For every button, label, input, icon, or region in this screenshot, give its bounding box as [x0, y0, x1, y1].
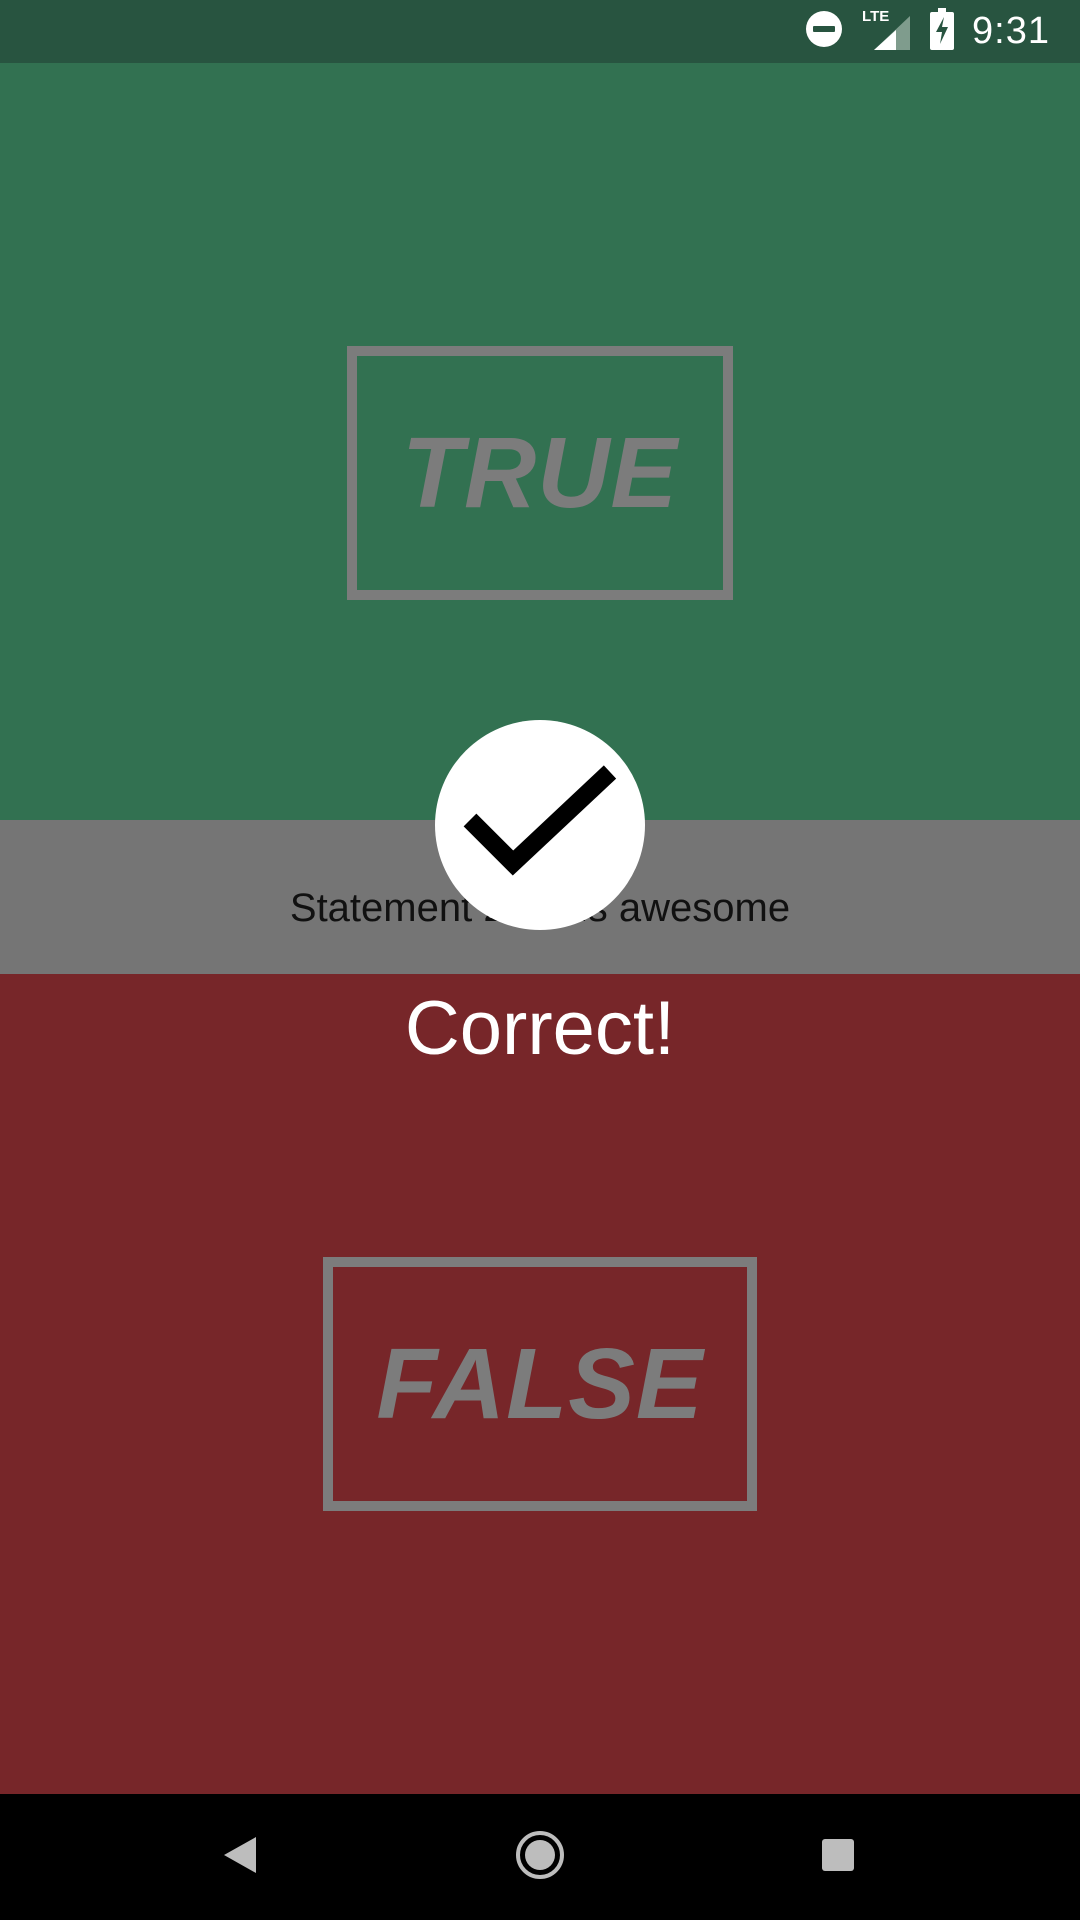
true-label: TRUE — [401, 416, 679, 529]
result-badge — [435, 720, 645, 930]
false-answer-box[interactable]: FALSE — [323, 1257, 757, 1511]
true-answer-panel[interactable]: TRUE — [0, 63, 1080, 820]
status-bar: LTE 9:31 — [0, 0, 1080, 63]
recents-icon — [820, 1837, 856, 1878]
home-button[interactable] — [500, 1794, 580, 1920]
lte-signal-icon: LTE — [862, 8, 912, 54]
back-button[interactable] — [200, 1794, 280, 1920]
false-label: FALSE — [376, 1327, 704, 1440]
status-time: 9:31 — [972, 10, 1050, 52]
checkmark-icon — [460, 758, 620, 893]
do-not-disturb-icon — [804, 9, 844, 54]
battery-charging-icon — [930, 8, 955, 55]
false-answer-panel[interactable]: FALSE — [0, 974, 1080, 1794]
recents-button[interactable] — [798, 1794, 878, 1920]
home-icon — [515, 1830, 565, 1885]
feedback-text: Correct! — [404, 986, 676, 1071]
back-icon — [222, 1835, 258, 1880]
true-answer-box[interactable]: TRUE — [347, 346, 733, 600]
status-icons: LTE 9:31 — [804, 0, 1050, 63]
navigation-bar — [0, 1794, 1080, 1920]
